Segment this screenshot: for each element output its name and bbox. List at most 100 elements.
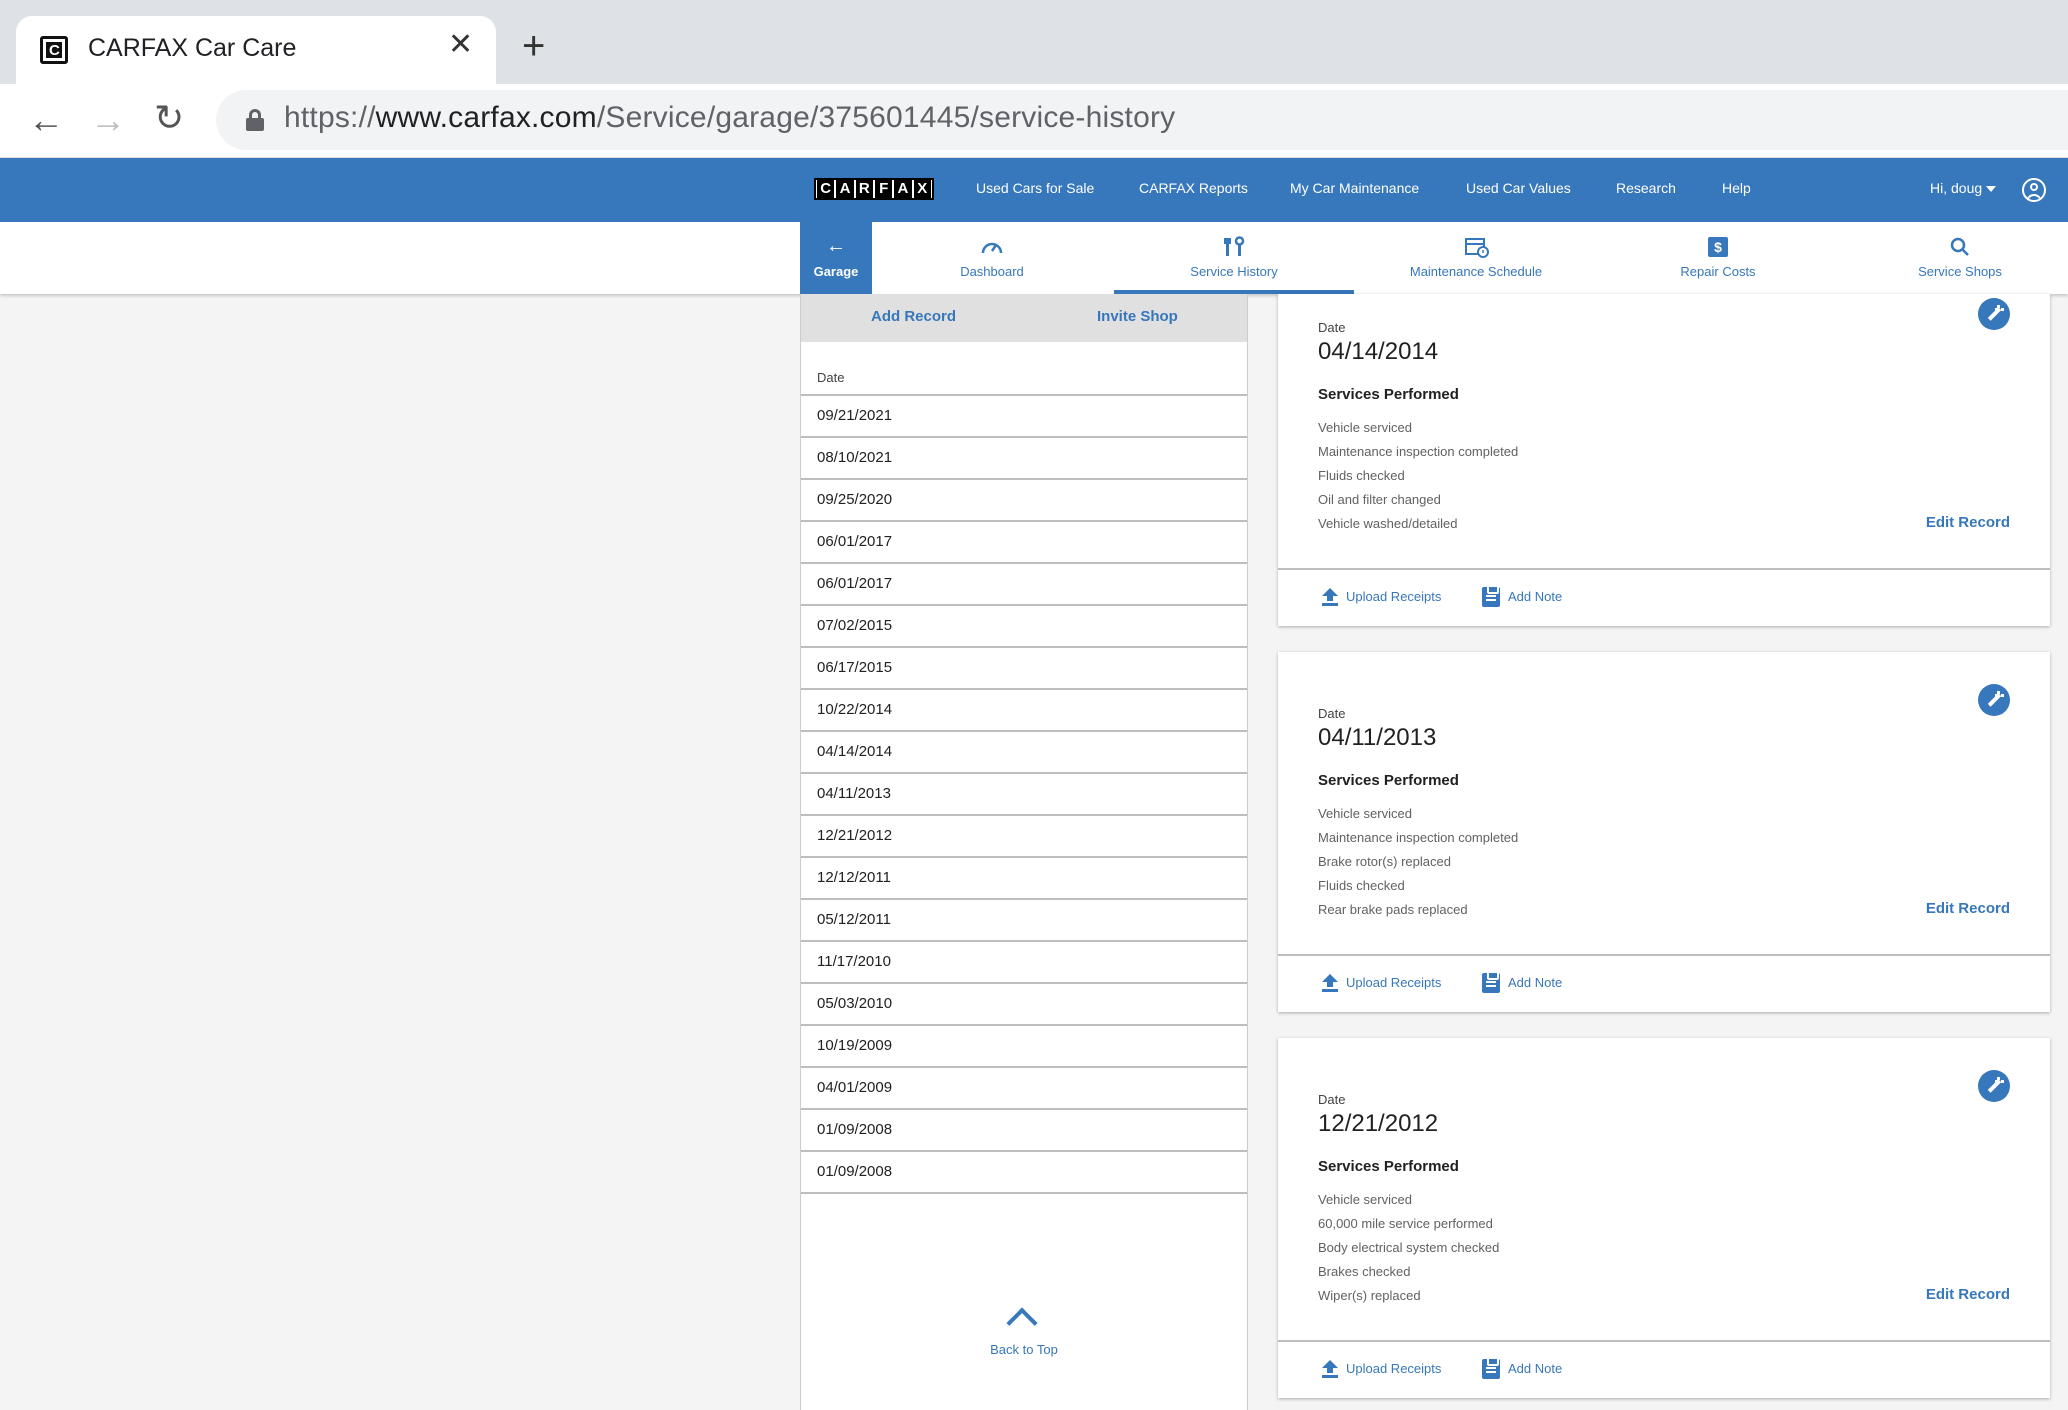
chevron-up-icon	[1006, 1307, 1038, 1339]
service-record-card: Date 04/14/2014 Services Performed Vehic…	[1278, 294, 2050, 626]
date-list-item[interactable]: 05/12/2011	[801, 900, 1247, 942]
browser-toolbar: ← → ↻ https://www.carfax.com/Service/gar…	[0, 84, 2068, 158]
nav-my-car-maintenance[interactable]: My Car Maintenance	[1290, 180, 1419, 196]
forward-arrow-icon[interactable]: →	[90, 102, 126, 138]
back-arrow-icon[interactable]: ←	[28, 102, 64, 138]
services-performed-title: Services Performed	[1318, 386, 1459, 403]
svg-text:$: $	[1714, 239, 1722, 255]
add-note-button[interactable]: Add Note	[1508, 589, 1562, 604]
browser-tab[interactable]: C CARFAX Car Care ✕	[16, 16, 496, 84]
clipboard-icon[interactable]	[1482, 971, 1500, 993]
upload-icon[interactable]	[1322, 588, 1338, 606]
date-list-item[interactable]: 10/19/2009	[801, 1026, 1247, 1068]
url-text: https://www.carfax.com/Service/garage/37…	[284, 101, 1176, 134]
upload-icon[interactable]	[1322, 974, 1338, 992]
caret-down-icon[interactable]	[1986, 186, 1996, 192]
clipboard-icon[interactable]	[1482, 1357, 1500, 1379]
calendar-icon	[1465, 238, 1489, 258]
record-date: 12/21/2012	[1318, 1110, 1439, 1137]
service-record-card: Date 04/11/2013 Services Performed Vehic…	[1278, 652, 2050, 1012]
date-list-item[interactable]: 09/21/2021	[801, 396, 1247, 438]
record-actions-bar: Add Record Invite Shop	[801, 294, 1247, 342]
carfax-logo[interactable]: CARFAX	[814, 178, 934, 200]
services-performed-title: Services Performed	[1318, 772, 1459, 789]
date-list-item[interactable]: 10/22/2014	[801, 690, 1247, 732]
service-record-card: Date 12/21/2012 Services Performed Vehic…	[1278, 1038, 2050, 1398]
edit-record-button[interactable]: Edit Record	[1926, 514, 2010, 531]
date-list-item[interactable]: 12/21/2012	[801, 816, 1247, 858]
address-bar[interactable]: https://www.carfax.com/Service/garage/37…	[216, 90, 2068, 150]
nav-help[interactable]: Help	[1722, 180, 1751, 196]
lock-icon	[246, 109, 264, 131]
garage-subnav: ← Garage Dashboard Service History Maint…	[0, 222, 2068, 294]
date-list: 09/21/2021 08/10/2021 09/25/2020 06/01/2…	[801, 394, 1247, 1194]
reload-icon[interactable]: ↻	[154, 100, 184, 136]
date-list-item[interactable]: 09/25/2020	[801, 480, 1247, 522]
service-item: Vehicle washed/detailed	[1318, 516, 1458, 531]
tab-repair-costs[interactable]: $ Repair Costs	[1598, 222, 1838, 294]
edit-pencil-icon[interactable]	[1978, 298, 2010, 330]
add-record-button[interactable]: Add Record	[871, 308, 956, 325]
record-date: 04/11/2013	[1318, 724, 1437, 751]
date-list-item[interactable]: 06/01/2017	[801, 564, 1247, 606]
date-list-item[interactable]: 11/17/2010	[801, 942, 1247, 984]
clipboard-icon[interactable]	[1482, 585, 1500, 607]
record-list-panel: Add Record Invite Shop Date 09/21/2021 0…	[800, 294, 1248, 1410]
date-list-item[interactable]: 06/01/2017	[801, 522, 1247, 564]
service-item: Vehicle serviced	[1318, 1192, 1412, 1207]
invite-shop-button[interactable]: Invite Shop	[1097, 308, 1178, 325]
date-list-item[interactable]: 08/10/2021	[801, 438, 1247, 480]
service-item: Vehicle serviced	[1318, 806, 1412, 821]
edit-record-button[interactable]: Edit Record	[1926, 900, 2010, 917]
tab-title: CARFAX Car Care	[88, 34, 297, 62]
service-item: Brakes checked	[1318, 1264, 1411, 1279]
date-list-item[interactable]: 12/12/2011	[801, 858, 1247, 900]
edit-pencil-icon[interactable]	[1978, 1070, 2010, 1102]
date-list-item[interactable]: 04/01/2009	[801, 1068, 1247, 1110]
date-list-item[interactable]: 05/03/2010	[801, 984, 1247, 1026]
speedometer-icon	[981, 242, 1003, 254]
tab-service-history[interactable]: Service History	[1114, 222, 1354, 294]
site-header: CARFAX Used Cars for Sale CARFAX Reports…	[0, 158, 2068, 222]
tab-service-shops[interactable]: Service Shops	[1840, 222, 2068, 294]
date-list-item[interactable]: 04/11/2013	[801, 774, 1247, 816]
upload-icon[interactable]	[1322, 1360, 1338, 1378]
service-item: Body electrical system checked	[1318, 1240, 1500, 1255]
nav-research[interactable]: Research	[1616, 180, 1676, 196]
date-list-item[interactable]: 07/02/2015	[801, 606, 1247, 648]
user-menu[interactable]: Hi, doug	[1930, 180, 1982, 196]
divider	[1278, 1340, 2050, 1342]
date-list-item[interactable]: 04/14/2014	[801, 732, 1247, 774]
tab-dashboard[interactable]: Dashboard	[872, 222, 1112, 294]
arrow-left-icon: ←	[826, 235, 846, 257]
date-column-header: Date	[817, 370, 845, 385]
add-note-button[interactable]: Add Note	[1508, 1361, 1562, 1376]
service-item: Oil and filter changed	[1318, 492, 1441, 507]
tab-maintenance-schedule[interactable]: Maintenance Schedule	[1356, 222, 1596, 294]
nav-carfax-reports[interactable]: CARFAX Reports	[1139, 180, 1248, 196]
service-item: 60,000 mile service performed	[1318, 1216, 1493, 1231]
account-icon[interactable]	[2022, 178, 2046, 202]
new-tab-icon[interactable]: +	[522, 26, 545, 66]
upload-receipts-button[interactable]: Upload Receipts	[1346, 589, 1441, 604]
add-note-button[interactable]: Add Note	[1508, 975, 1562, 990]
upload-receipts-button[interactable]: Upload Receipts	[1346, 1361, 1441, 1376]
service-item: Brake rotor(s) replaced	[1318, 854, 1451, 869]
date-list-item[interactable]: 01/09/2008	[801, 1110, 1247, 1152]
edit-pencil-icon[interactable]	[1978, 684, 2010, 716]
service-item: Wiper(s) replaced	[1318, 1288, 1421, 1303]
edit-record-button[interactable]: Edit Record	[1926, 1286, 2010, 1303]
service-item: Maintenance inspection completed	[1318, 830, 1519, 845]
nav-used-cars-for-sale[interactable]: Used Cars for Sale	[976, 180, 1094, 196]
dollar-icon: $	[1708, 237, 1728, 257]
service-item: Maintenance inspection completed	[1318, 444, 1519, 459]
nav-used-car-values[interactable]: Used Car Values	[1466, 180, 1571, 196]
service-item: Vehicle serviced	[1318, 420, 1412, 435]
divider	[1278, 568, 2050, 570]
close-tab-icon[interactable]: ✕	[448, 30, 473, 60]
carfax-favicon-icon: C	[40, 36, 68, 64]
garage-back-button[interactable]: ← Garage	[800, 222, 872, 294]
upload-receipts-button[interactable]: Upload Receipts	[1346, 975, 1441, 990]
date-list-item[interactable]: 06/17/2015	[801, 648, 1247, 690]
date-list-item[interactable]: 01/09/2008	[801, 1152, 1247, 1194]
